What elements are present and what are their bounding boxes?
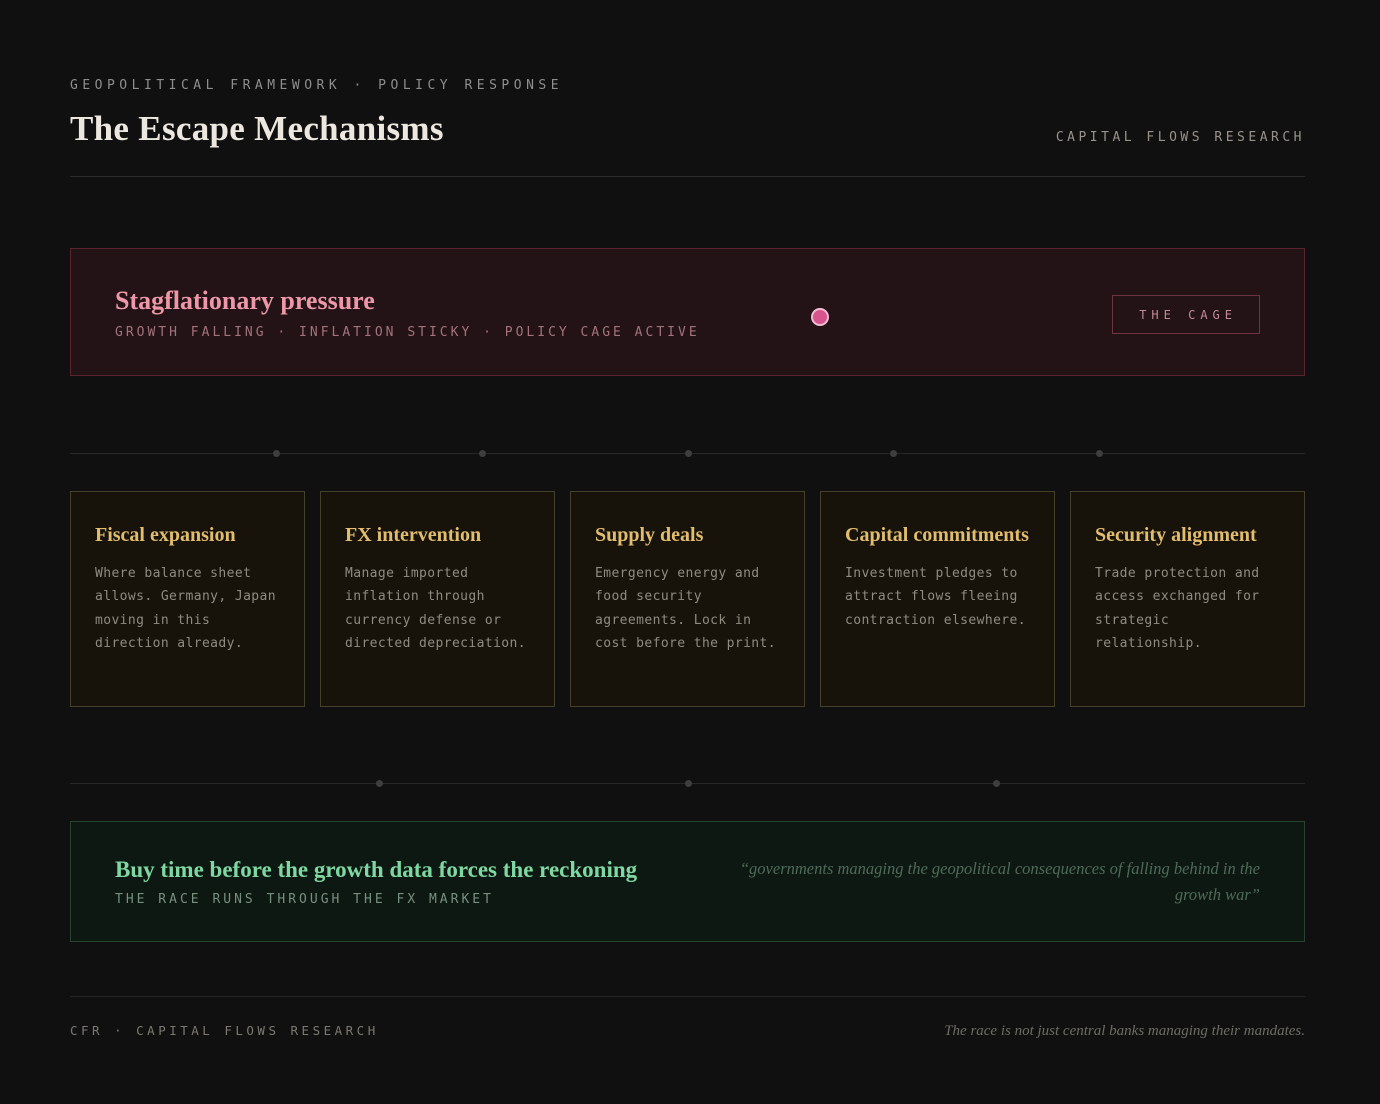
outcome-banner: Buy time before the growth data forces t… [70,821,1305,942]
card-body: Emergency energy and food security agree… [595,562,780,656]
card-body: Trade protection and access exchanged fo… [1095,562,1280,656]
connector-line-top [70,453,1305,454]
pressure-banner: Stagflationary pressure GROWTH FALLING ·… [70,248,1305,376]
connector-node-icon [685,450,692,457]
card-body: Manage imported inflation through curren… [345,562,530,656]
connector-node-icon [376,780,383,787]
footer-quote: The race is not just central banks manag… [944,1023,1305,1040]
card-title: Capital commitments [845,522,1030,548]
card-fx-intervention: FX intervention Manage imported inflatio… [320,491,555,707]
page-footer: CFR · CAPITAL FLOWS RESEARCH The race is… [70,996,1305,1040]
page-title: The Escape Mechanisms [70,109,444,149]
connector-node-icon [890,450,897,457]
pressure-banner-title: Stagflationary pressure [115,286,1260,316]
breadcrumb: GEOPOLITICAL FRAMEWORK · POLICY RESPONSE [70,78,1305,93]
header-divider [70,176,1305,177]
connector-node-icon [685,780,692,787]
status-dot-icon [811,308,829,326]
outcome-banner-quote: “governments managing the geopolitical c… [715,856,1260,907]
org-label: CAPITAL FLOWS RESEARCH [1056,130,1305,149]
card-title: Security alignment [1095,522,1280,548]
card-capital-commitments: Capital commitments Investment pledges t… [820,491,1055,707]
outcome-banner-left: Buy time before the growth data forces t… [115,857,637,907]
page-header: GEOPOLITICAL FRAMEWORK · POLICY RESPONSE… [70,0,1305,177]
card-fiscal-expansion: Fiscal expansion Where balance sheet all… [70,491,305,707]
connector-node-icon [479,450,486,457]
card-body: Where balance sheet allows. Germany, Jap… [95,562,280,656]
card-supply-deals: Supply deals Emergency energy and food s… [570,491,805,707]
connector-node-icon [1096,450,1103,457]
outcome-banner-title: Buy time before the growth data forces t… [115,857,637,883]
page-container: GEOPOLITICAL FRAMEWORK · POLICY RESPONSE… [70,0,1305,1040]
outcome-banner-subtitle: THE RACE RUNS THROUGH THE FX MARKET [115,892,637,907]
the-cage-button[interactable]: THE CAGE [1112,295,1260,334]
connector-node-icon [993,780,1000,787]
title-row: The Escape Mechanisms CAPITAL FLOWS RESE… [70,109,1305,149]
card-security-alignment: Security alignment Trade protection and … [1070,491,1305,707]
connector-node-icon [273,450,280,457]
card-body: Investment pledges to attract flows flee… [845,562,1030,632]
pressure-banner-subtitle: GROWTH FALLING · INFLATION STICKY · POLI… [115,325,1260,340]
card-title: Supply deals [595,522,780,548]
mechanism-cards-row: Fiscal expansion Where balance sheet all… [70,491,1305,707]
card-title: Fiscal expansion [95,522,280,548]
card-title: FX intervention [345,522,530,548]
connector-line-bottom [70,783,1305,784]
footer-brand: CFR · CAPITAL FLOWS RESEARCH [70,1023,379,1038]
